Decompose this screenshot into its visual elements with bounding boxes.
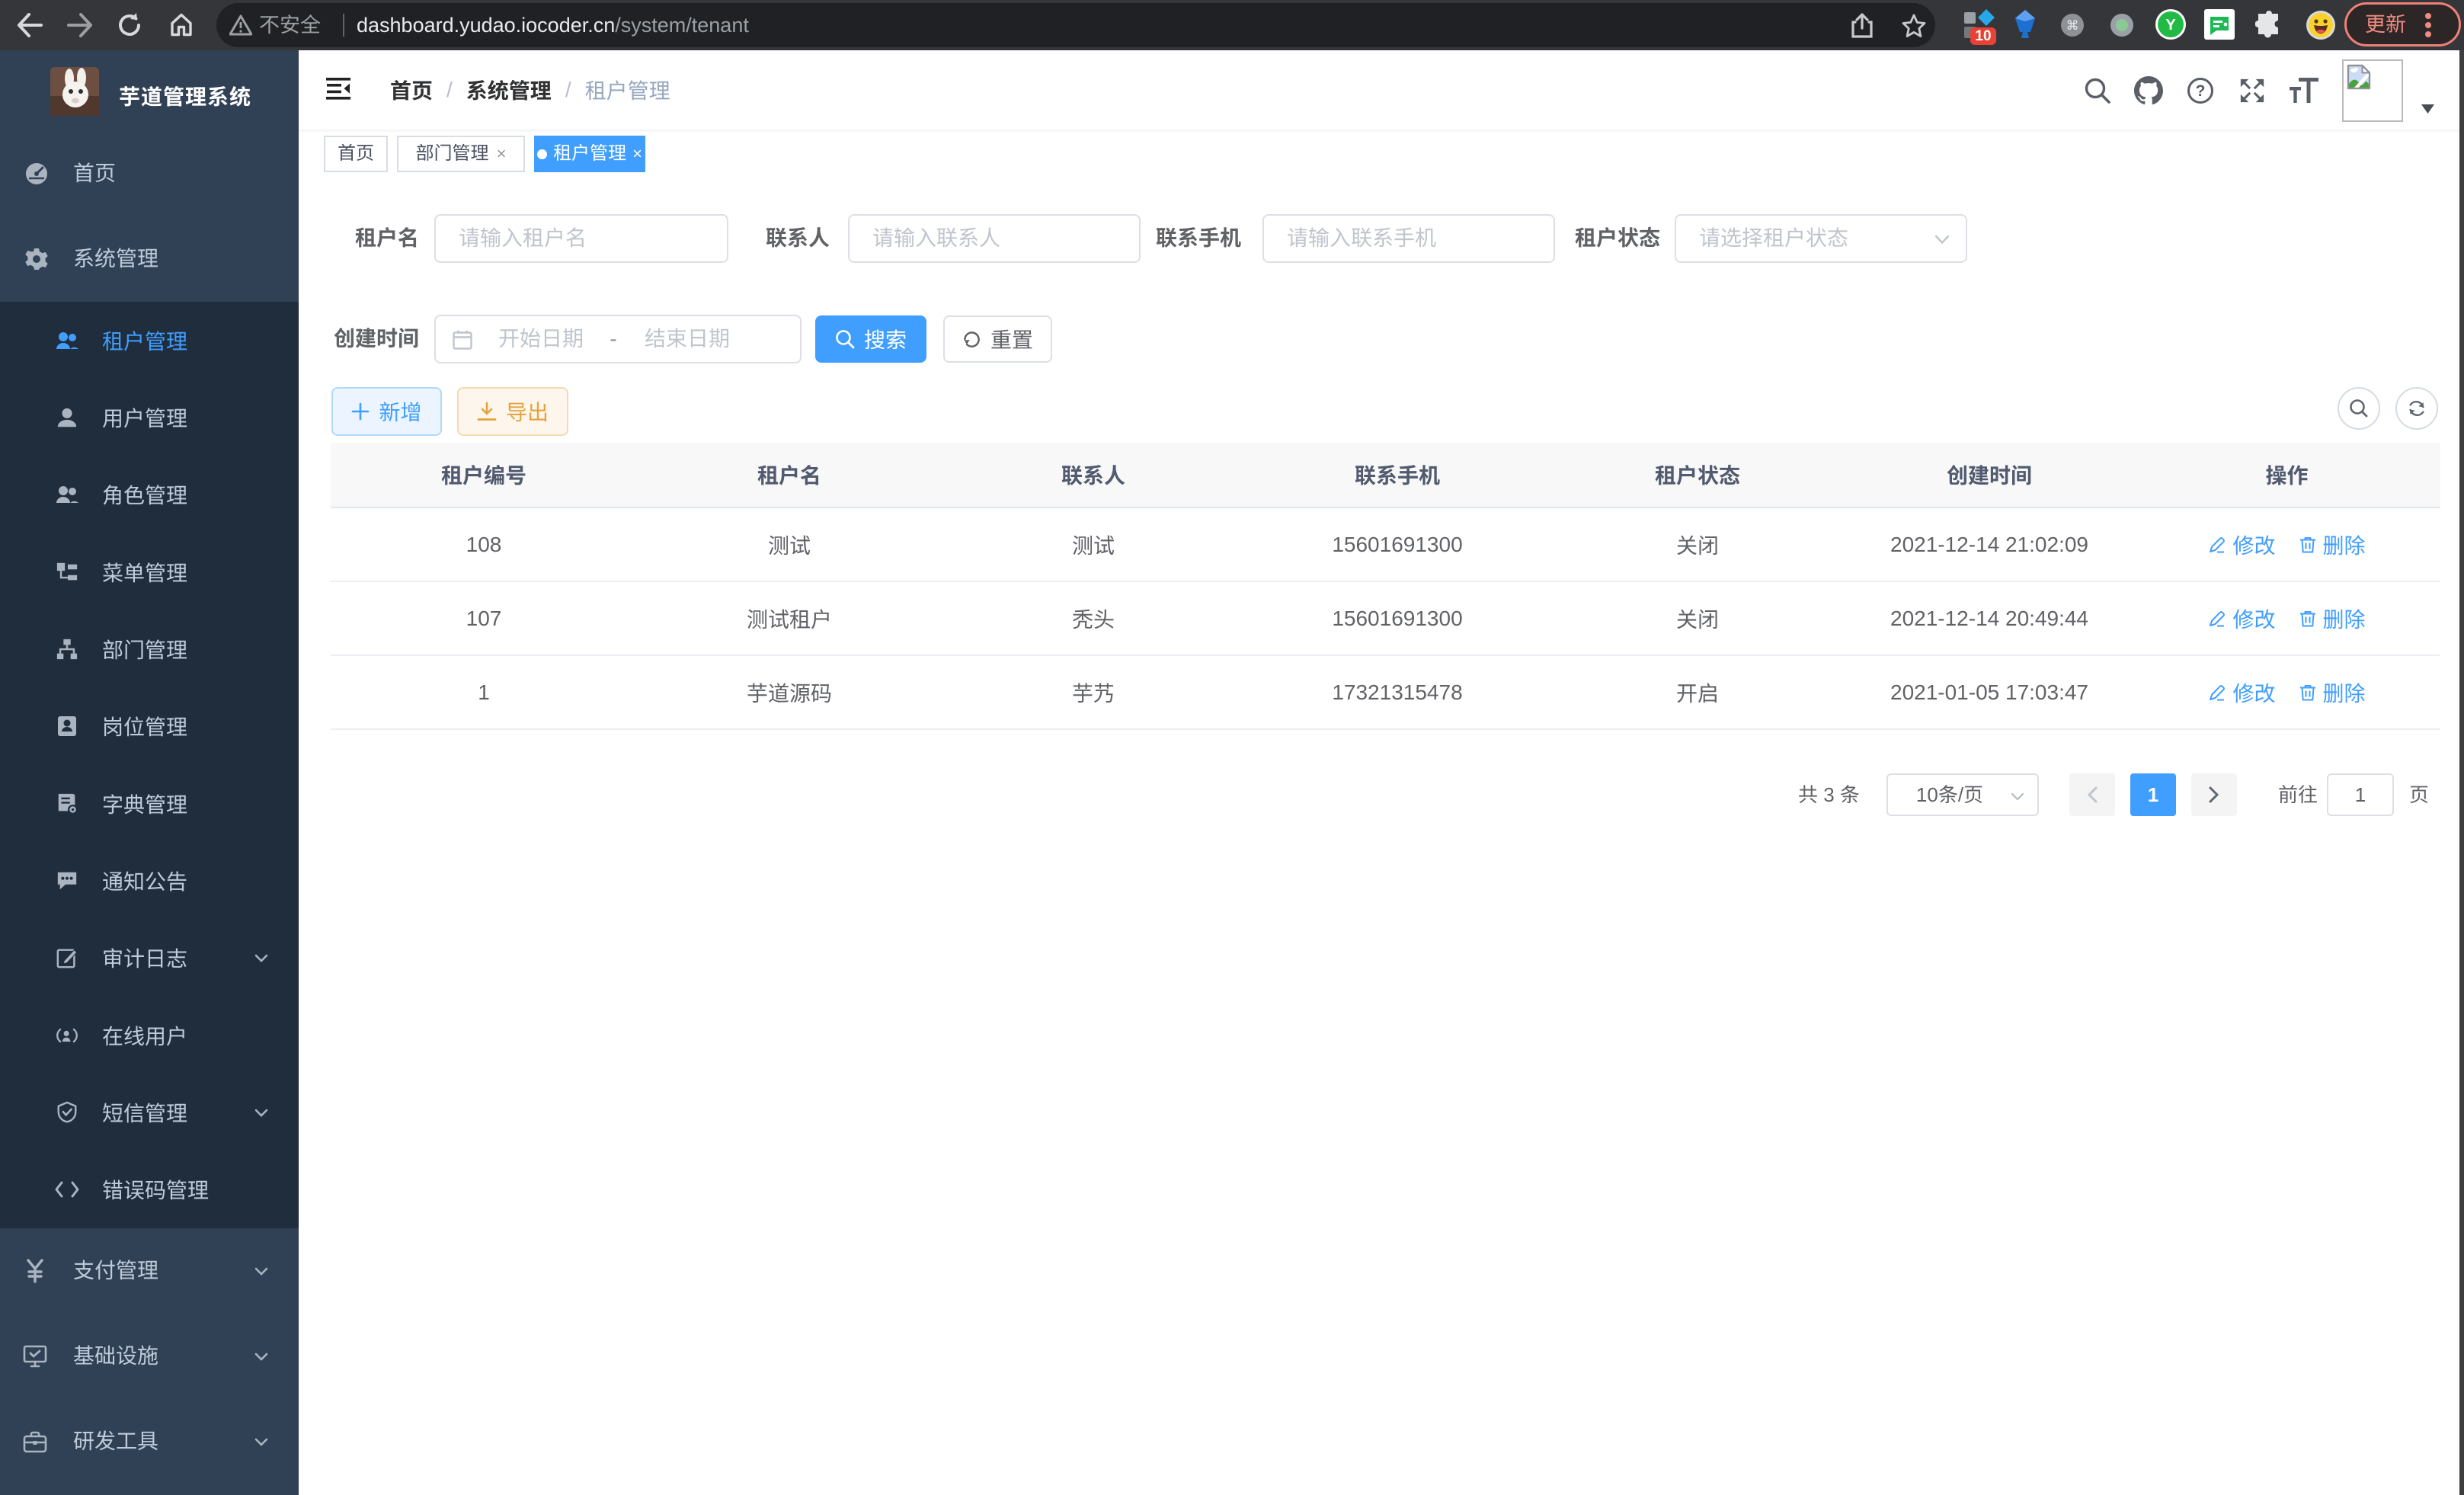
svg-text:Y: Y [2165,17,2176,34]
svg-text:⌘: ⌘ [2066,18,2079,33]
svg-text:?: ? [2196,82,2206,100]
